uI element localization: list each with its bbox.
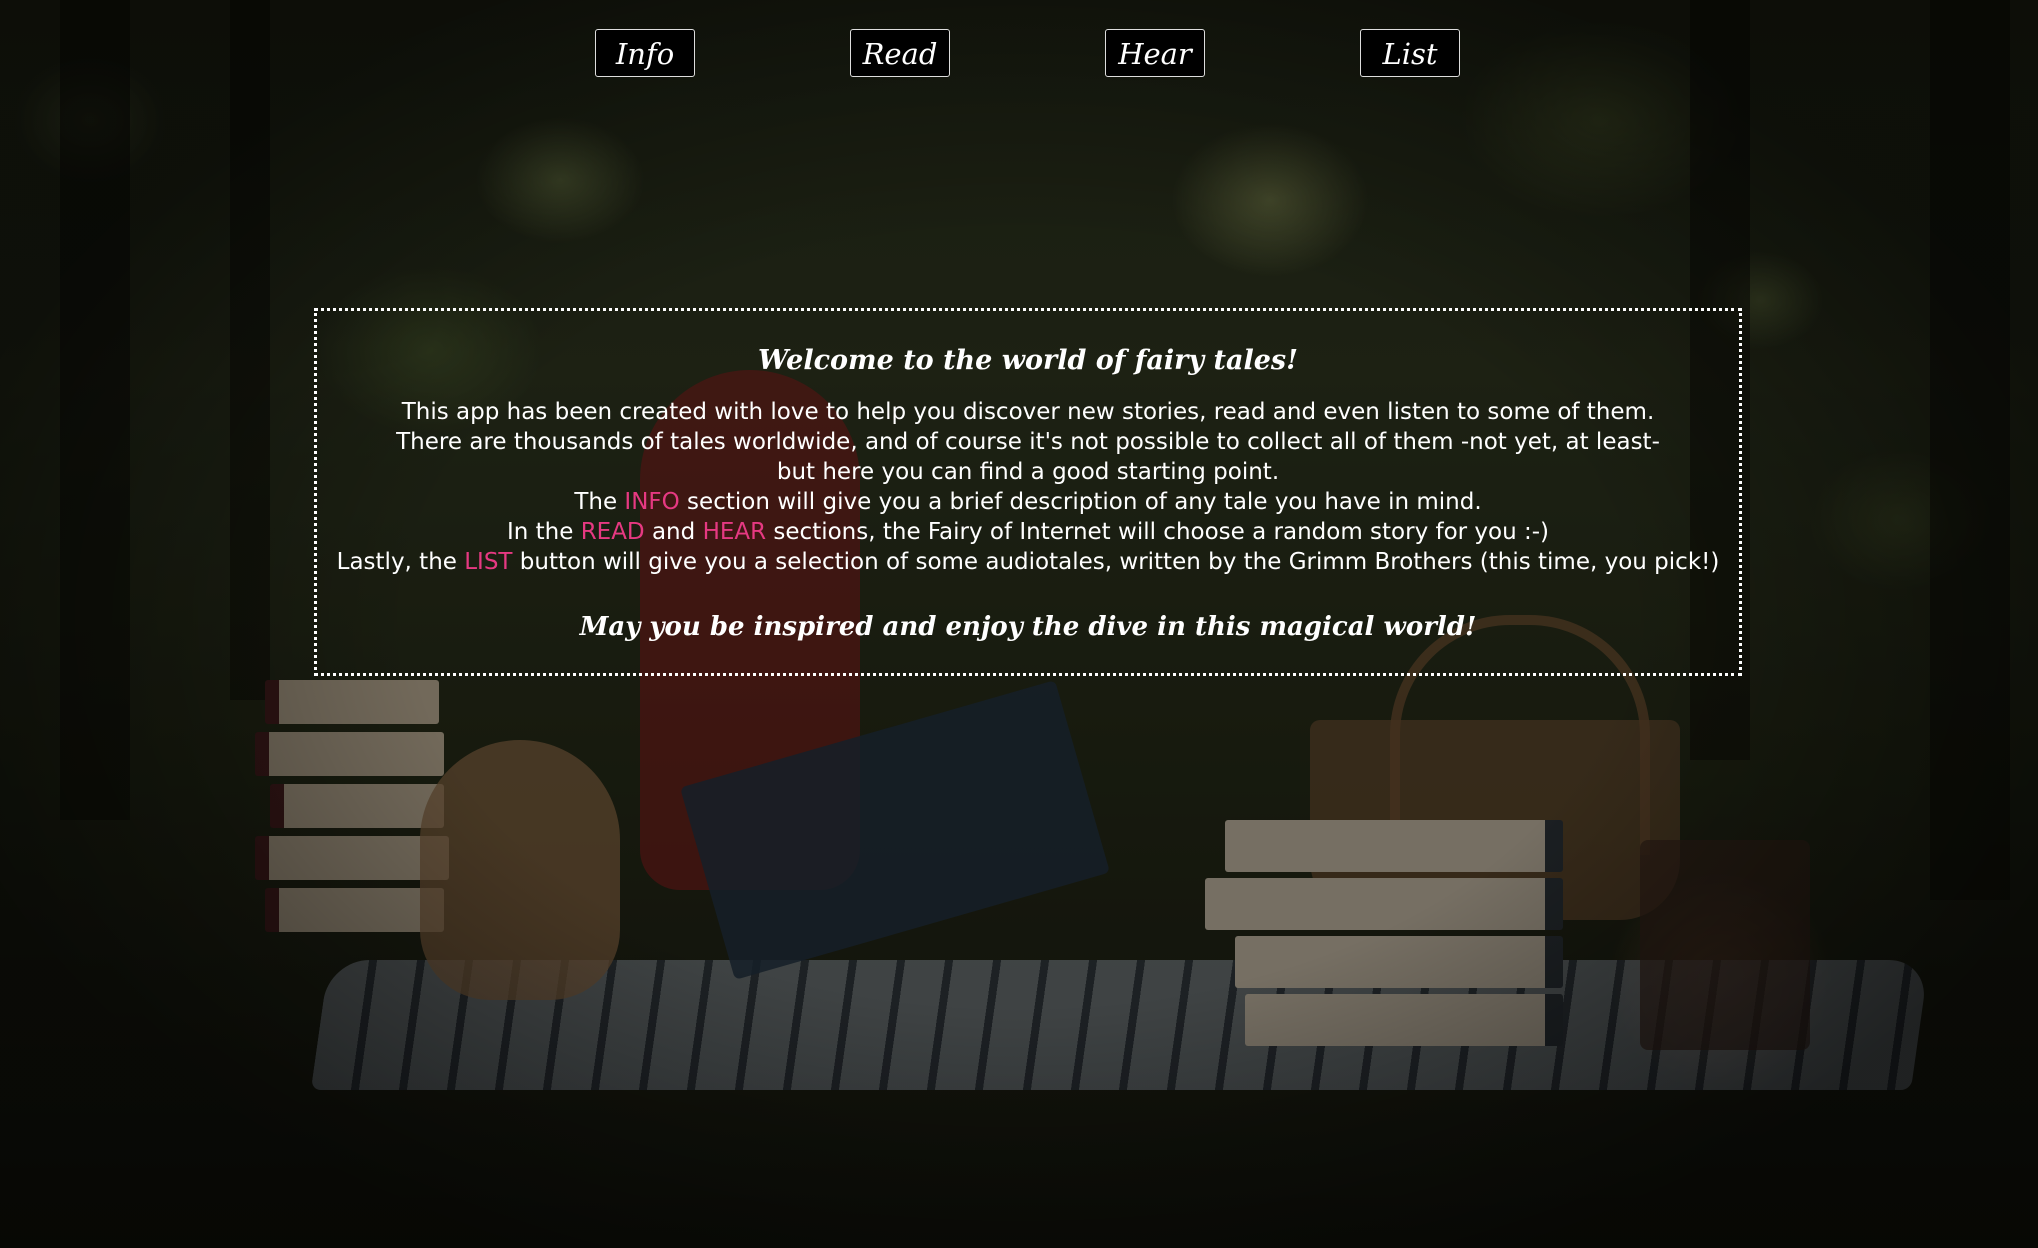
welcome-panel: Welcome to the world of fairy tales! Thi… xyxy=(314,308,1742,676)
line-text: and xyxy=(644,519,703,545)
intro-line: but here you can find a good starting po… xyxy=(776,459,1280,485)
line-text: sections, the Fairy of Internet will cho… xyxy=(766,519,1550,545)
info-description-line: The INFO section will give you a brief d… xyxy=(317,487,1739,517)
read-highlight: READ xyxy=(580,519,645,545)
read-hear-description-line: In the READ and HEAR sections, the Fairy… xyxy=(317,517,1739,547)
line-text: section will give you a brief descriptio… xyxy=(679,489,1482,515)
list-description-line: Lastly, the LIST button will give you a … xyxy=(317,547,1739,577)
list-highlight: LIST xyxy=(464,549,513,575)
welcome-body: This app has been created with love to h… xyxy=(317,397,1739,577)
line-text: button will give you a selection of some… xyxy=(512,549,1720,575)
line-text: In the xyxy=(506,519,581,545)
info-button[interactable]: Info xyxy=(595,29,695,77)
intro-line: There are thousands of tales worldwide, … xyxy=(396,429,1660,455)
info-highlight: INFO xyxy=(624,489,680,515)
hear-highlight: HEAR xyxy=(702,519,767,545)
welcome-title: Welcome to the world of fairy tales! xyxy=(758,345,1298,376)
hear-button[interactable]: Hear xyxy=(1105,29,1205,77)
list-button[interactable]: List xyxy=(1360,29,1460,77)
intro-line: This app has been created with love to h… xyxy=(401,399,1655,425)
welcome-closing: May you be inspired and enjoy the dive i… xyxy=(579,612,1477,642)
line-text: Lastly, the xyxy=(336,549,465,575)
read-button[interactable]: Read xyxy=(850,29,950,77)
line-text: The xyxy=(574,489,625,515)
